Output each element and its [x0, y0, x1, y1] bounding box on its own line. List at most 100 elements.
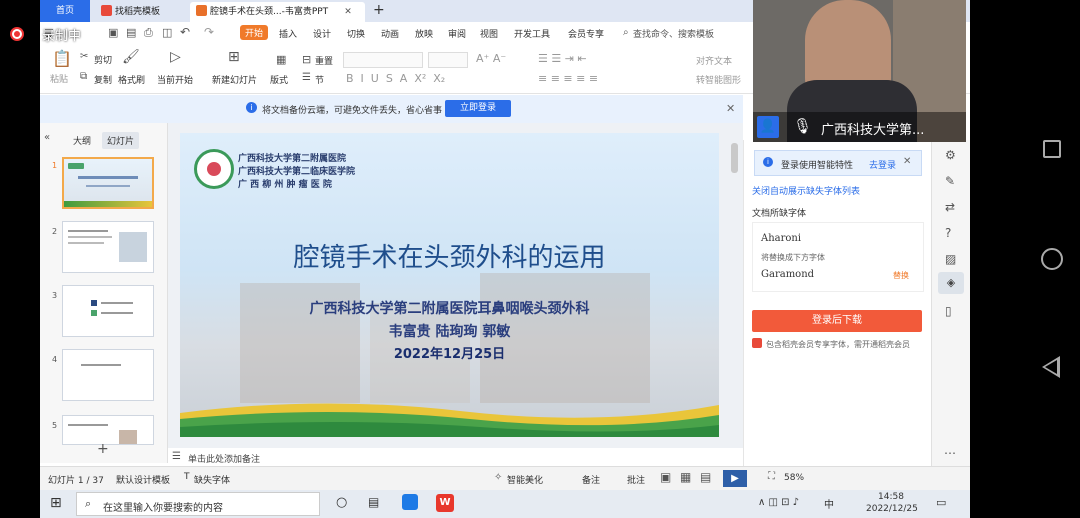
copy-label[interactable]: 复制 [94, 73, 112, 86]
add-tab-icon[interactable]: + [373, 2, 385, 18]
replace-link[interactable]: 替换 [893, 270, 909, 281]
menu-review[interactable]: 审阅 [448, 27, 466, 40]
save-icon[interactable]: ▣ [108, 26, 118, 39]
layout-label[interactable]: 版式 [270, 73, 288, 86]
smartart-label[interactable]: 转智能图形 [696, 73, 741, 86]
close-icon[interactable]: ✕ [344, 7, 352, 17]
notes-placeholder[interactable]: 单击此处添加备注 [188, 452, 260, 465]
font-grow-icon[interactable]: A⁺ A⁻ [476, 52, 506, 65]
fonts-icon[interactable]: ◈ [938, 272, 964, 294]
image-icon[interactable]: ▨ [945, 252, 956, 266]
section-icon[interactable]: ☰ [302, 72, 311, 83]
normal-view-icon[interactable]: ▣ [660, 470, 671, 484]
go-login-link[interactable]: 去登录 [869, 158, 896, 171]
notes-toggle[interactable]: 备注 [582, 473, 600, 486]
missing-font-status[interactable]: 缺失字体 [194, 473, 230, 486]
format-painter-label[interactable]: 格式刷 [118, 73, 145, 86]
vertical-scrollbar[interactable] [731, 143, 738, 173]
slide-thumbnail-1[interactable] [62, 157, 154, 209]
menu-start[interactable]: 开始 [240, 25, 269, 40]
login-now-button[interactable]: 立即登录 [445, 100, 511, 117]
taskbar-app-icon[interactable] [402, 494, 418, 510]
settings-icon[interactable]: ⚙ [945, 148, 956, 162]
add-slide-icon[interactable]: + [97, 441, 109, 457]
cut-icon[interactable]: ✂ [80, 51, 88, 62]
collapse-icon[interactable]: « [44, 132, 50, 143]
undo-icon[interactable]: ↶ [180, 25, 190, 39]
play-slideshow-icon[interactable]: ▶ [723, 470, 747, 487]
reading-view-icon[interactable]: ▤ [700, 470, 711, 484]
taskbar-search-box[interactable]: ⌕ 在这里输入你要搜索的内容 [76, 492, 320, 516]
format-painter-icon[interactable]: 🖌 [122, 49, 140, 65]
notification-icon[interactable]: ▭ [936, 496, 946, 509]
close-icon[interactable]: ✕ [903, 156, 911, 167]
menu-design[interactable]: 设计 [313, 27, 331, 40]
reset-icon[interactable]: ⊟ [302, 53, 311, 66]
layout-icon[interactable]: ▦ [276, 53, 286, 66]
menu-devtools[interactable]: 开发工具 [514, 27, 550, 40]
tab-slides[interactable]: 幻灯片 [102, 132, 140, 149]
sorter-view-icon[interactable]: ▦ [680, 470, 691, 484]
menu-slideshow[interactable]: 放映 [415, 27, 433, 40]
taskbar-search-input[interactable]: 在这里输入你要搜索的内容 [103, 499, 223, 514]
slide-thumbnail-4[interactable] [62, 349, 154, 401]
font-size-field[interactable] [428, 52, 468, 68]
reset-label[interactable]: 重置 [315, 54, 333, 67]
menu-transition[interactable]: 切换 [347, 27, 365, 40]
slide-thumbnail-3[interactable] [62, 285, 154, 337]
export-icon[interactable]: ▤ [126, 26, 136, 39]
redo-icon[interactable]: ↷ [204, 25, 214, 39]
font-name-field[interactable] [343, 52, 423, 68]
paste-label[interactable]: 粘贴 [50, 72, 68, 85]
paste-icon[interactable]: 📋 [52, 49, 72, 68]
text-format-icons[interactable]: B I U S A X² X₂ [346, 72, 445, 85]
cut-label[interactable]: 剪切 [94, 53, 112, 66]
ime-indicator[interactable]: 中 [824, 496, 834, 511]
beautify-button[interactable]: 智能美化 [507, 473, 543, 486]
from-current-label[interactable]: 当前开始 [157, 73, 193, 86]
home-icon[interactable] [1041, 248, 1063, 270]
task-view-icon[interactable]: ○ [336, 495, 347, 510]
pin-icon[interactable]: ✎ [945, 174, 955, 188]
recent-apps-icon[interactable] [1043, 140, 1061, 158]
paragraph-icons[interactable]: ☰ ☰ ⇥ ⇤ [538, 52, 587, 65]
notes-bar[interactable]: ☰ 单击此处添加备注 [168, 448, 743, 466]
system-tray-icons[interactable]: ∧ ◫ ⊡ ♪ [758, 497, 799, 508]
section-label[interactable]: 节 [315, 73, 324, 86]
menu-view[interactable]: 视图 [480, 27, 498, 40]
close-icon[interactable]: ✕ [726, 102, 735, 115]
tab-home[interactable]: 首页 [40, 0, 90, 22]
auto-show-link[interactable]: 关闭自动展示缺失字体列表 [752, 184, 860, 197]
microphone-icon[interactable]: 🎙 [793, 117, 812, 135]
tab-template[interactable]: 找稻壳模板 [95, 2, 185, 22]
wps-taskbar-icon[interactable]: W [436, 494, 454, 512]
new-slide-icon[interactable]: ⊞ [228, 49, 240, 65]
book-icon[interactable]: ▯ [945, 304, 952, 318]
slide-thumbnail-2[interactable] [62, 221, 154, 273]
align-text-label[interactable]: 对齐文本 [696, 54, 732, 67]
bullet [91, 300, 97, 306]
download-after-login-button[interactable]: 登录后下载 [752, 310, 922, 332]
tab-outline[interactable]: 大纲 [73, 134, 91, 147]
menu-member[interactable]: 会员专享 [568, 27, 604, 40]
webcam-video-overlay[interactable]: 👤 🎙 广西科技大学第... [753, 0, 966, 142]
help-icon[interactable]: ? [945, 226, 951, 240]
new-slide-label[interactable]: 新建幻灯片 [212, 73, 257, 86]
comments-toggle[interactable]: 批注 [627, 473, 645, 486]
menu-insert[interactable]: 插入 [279, 27, 297, 40]
menu-animation[interactable]: 动画 [381, 27, 399, 40]
taskbar-app-icon[interactable]: ▤ [368, 495, 379, 509]
current-slide[interactable]: 广西科技大学第二附属医院 广西科技大学第二临床医学院 广 西 柳 州 肿 瘤 医… [180, 133, 719, 437]
play-icon[interactable]: ▷ [170, 49, 181, 65]
preview-icon[interactable]: ◫ [162, 26, 172, 39]
zoom-level[interactable]: 58% [784, 473, 804, 483]
transform-icon[interactable]: ⇄ [945, 200, 955, 214]
command-search[interactable]: 查找命令、搜索模板 [633, 27, 714, 40]
print-icon[interactable]: ⎙ [144, 26, 153, 40]
windows-start-icon[interactable]: ⊞ [50, 495, 62, 511]
alignment-icons[interactable]: ≡ ≡ ≡ ≡ ≡ [538, 72, 598, 85]
tab-document[interactable]: 腔镜手术在头颈...-韦富贵PPT ✕ [190, 2, 365, 22]
fit-icon[interactable]: ⛶ [768, 471, 775, 482]
more-icon[interactable]: ⋯ [944, 446, 956, 460]
copy-icon[interactable]: ⧉ [80, 71, 87, 82]
